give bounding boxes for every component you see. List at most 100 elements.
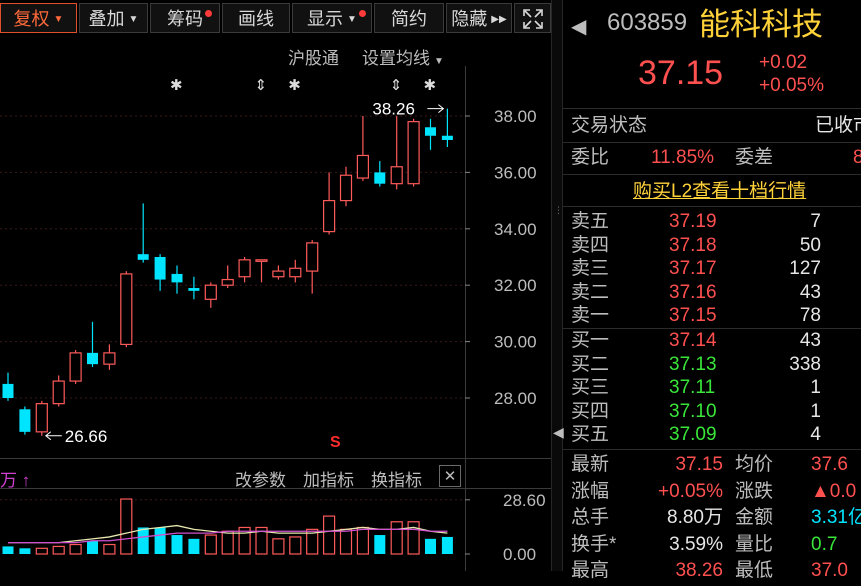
chips-label: 筹码 — [167, 9, 203, 29]
add-indicator-button[interactable]: 加指标 — [303, 466, 354, 491]
volume-bar — [390, 521, 403, 555]
fullscreen-button[interactable] — [514, 3, 551, 33]
ask-row[interactable]: 卖五 37.19 7 — [563, 211, 861, 234]
candle — [425, 118, 436, 150]
display-dropdown[interactable]: 显示 ▼ — [292, 3, 372, 33]
arrow-right-icon — [427, 104, 445, 114]
hide-button[interactable]: 隐藏 ▶▶ — [446, 3, 512, 33]
stat-label: 涨幅 — [571, 480, 610, 502]
stat-label: 换手* — [571, 533, 617, 555]
weibi-label: 委比 — [571, 147, 610, 168]
stat-value: 8.80万 — [667, 507, 723, 528]
y-tick-label: 36.00 — [494, 163, 537, 182]
stat-value: +0.05% — [658, 480, 723, 502]
bid-price: 37.10 — [669, 400, 717, 422]
ask-row[interactable]: 卖四 37.18 50 — [563, 235, 861, 258]
stock-name: 能科科技 — [699, 7, 823, 42]
bid-row[interactable]: 买四 37.10 1 — [563, 401, 861, 424]
close-indicator-button[interactable]: ✕ — [439, 465, 461, 487]
volume-bar — [272, 538, 285, 555]
overlay-dropdown[interactable]: 叠加 ▼ — [79, 3, 148, 33]
change-param-button[interactable]: 改参数 — [235, 466, 286, 491]
ask-row[interactable]: 卖一 37.15 78 — [563, 305, 861, 328]
volume-bar — [69, 543, 82, 555]
candlestick-chart[interactable]: 28.00 30.00 32.00 34.00 36.00 38.00 ✱ ⇕ ✱ ⇕ ✱ 0.0… — [0, 66, 551, 571]
double-chevron-right-icon: ▶▶ — [491, 14, 507, 26]
chevron-down-icon: ▼ — [128, 14, 139, 26]
bid-row[interactable]: 买一 37.14 43 — [563, 330, 861, 353]
stat-label: 总手 — [571, 507, 610, 528]
y-tick-label: 30.00 — [494, 333, 537, 352]
candle — [19, 406, 31, 435]
stat-label: 均价 — [735, 454, 774, 475]
candle — [221, 265, 234, 289]
stats-row: 总手 8.80万 金额 3.31亿 — [563, 507, 861, 533]
vol-y-tick-label: 28.60 — [503, 491, 546, 510]
ask-level-label: 卖五 — [571, 211, 610, 232]
bid-row[interactable]: 买五 37.09 4 — [563, 424, 861, 447]
candle-body — [356, 154, 369, 179]
event-marker-icon: ✱ — [288, 77, 301, 94]
candle-body — [407, 121, 420, 185]
candle-body — [137, 254, 149, 260]
bid-level-label: 买三 — [571, 377, 610, 398]
bid-volume: 4 — [810, 424, 821, 445]
draw-line-button[interactable]: 画线 — [222, 3, 290, 33]
l2-upgrade-link[interactable]: 购买L2查看十档行情 — [633, 181, 806, 203]
stats-row: 最高 38.26 最低 37.0 — [563, 560, 861, 586]
candle — [323, 172, 336, 235]
display-label: 显示 — [307, 9, 344, 29]
candle-body — [103, 352, 116, 365]
divider — [563, 206, 861, 207]
chevron-down-icon: ▼ — [53, 14, 64, 26]
candle-body — [255, 259, 268, 262]
prev-stock-icon[interactable]: ◀ — [571, 14, 586, 39]
ask-price: 37.19 — [669, 211, 717, 232]
trade-status-label: 交易状态 — [571, 115, 648, 136]
ask-row[interactable]: 卖三 37.17 127 — [563, 258, 861, 281]
candle — [238, 257, 251, 283]
panel-splitter[interactable]: ⋮ ◀ — [551, 0, 564, 571]
bid-row[interactable]: 买二 37.13 338 — [563, 354, 861, 377]
bid-level-label: 买二 — [571, 353, 610, 375]
bid-volume: 1 — [810, 377, 821, 398]
divider — [563, 449, 861, 450]
stock-code: 603859 — [607, 9, 688, 36]
candle — [137, 203, 149, 263]
chips-button[interactable]: 筹码 — [150, 3, 220, 33]
weicha-label: 委差 — [735, 147, 774, 168]
stat-value: 3.31亿 — [811, 507, 861, 528]
overlay-label: 叠加 — [88, 9, 125, 29]
volume-bar — [188, 538, 200, 554]
grip-icon: ⋮ — [554, 205, 563, 215]
stat-label: 最新 — [571, 454, 610, 475]
ask-price: 37.16 — [669, 281, 717, 303]
candle — [272, 265, 285, 280]
candle — [289, 259, 302, 283]
fuquan-dropdown[interactable]: 复权 ▼ — [0, 3, 77, 33]
bid-row[interactable]: 买三 37.11 1 — [563, 377, 861, 400]
stat-label: 最高 — [571, 560, 610, 581]
candle-body — [306, 242, 319, 272]
ask-row[interactable]: 卖二 37.16 43 — [563, 282, 861, 305]
simple-mode-button[interactable]: 简约 — [374, 3, 444, 33]
candle — [120, 271, 133, 348]
ask-price: 37.18 — [669, 234, 717, 256]
swap-indicator-button[interactable]: 换指标 — [371, 466, 422, 491]
stat-value: ▲0.0 — [811, 480, 857, 502]
ask-volume: 50 — [799, 234, 821, 256]
ask-level-label: 卖一 — [571, 305, 610, 326]
volume-bar — [441, 536, 453, 554]
stat-label: 金额 — [735, 507, 774, 528]
event-marker-icon: ⇕ — [255, 77, 268, 94]
bid-volume: 1 — [810, 400, 821, 422]
candle — [255, 259, 268, 283]
ask-level-label: 卖二 — [571, 281, 610, 303]
volume-bar — [35, 547, 48, 555]
price-change-pct: +0.05% — [759, 75, 824, 96]
y-tick-label: 28.00 — [494, 389, 537, 408]
volume-bar — [19, 548, 31, 554]
last-price: 37.15 — [638, 54, 724, 92]
candle-body — [323, 200, 336, 233]
draw-line-label: 画线 — [238, 9, 274, 29]
